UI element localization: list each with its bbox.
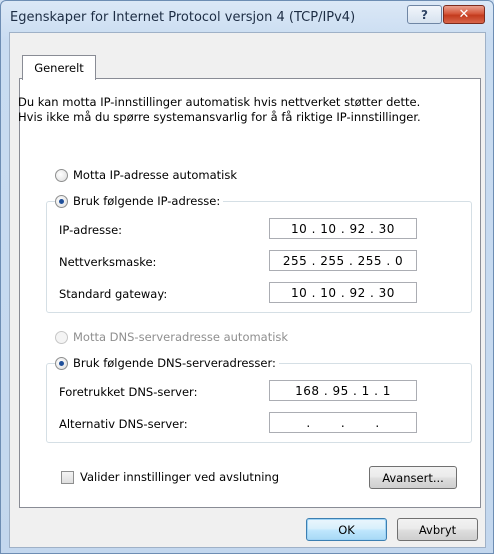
intro-line-1: Du kan motta IP-innstillinger automatisk… (18, 95, 421, 109)
cancel-button[interactable]: Avbryt (397, 518, 478, 541)
subnet-mask-label: Nettverksmaske: (59, 255, 157, 269)
preferred-dns-input[interactable]: 168 . 95 . 1 . 1 (269, 380, 417, 401)
dialog-window: Egenskaper for Internet Protocol versjon… (0, 0, 494, 554)
ok-button[interactable]: OK (306, 518, 387, 541)
radio-dns-manual-label: Bruk følgende DNS-serveradresser: (73, 356, 276, 370)
default-gateway-label: Standard gateway: (59, 287, 168, 301)
window-title: Egenskaper for Internet Protocol versjon… (10, 10, 356, 25)
close-icon: ✕ (458, 7, 470, 22)
advanced-button[interactable]: Avansert... (369, 466, 457, 489)
radio-dns-auto[interactable]: Motta DNS-serveradresse automatisk (55, 330, 288, 344)
radio-ip-auto-label: Motta IP-adresse automatisk (73, 168, 237, 182)
validate-checkbox-label: Valider innstillinger ved avslutning (80, 470, 280, 484)
intro-line-2: Hvis ikke må du spørre systemansvarlig f… (18, 110, 421, 124)
close-button[interactable]: ✕ (443, 5, 485, 24)
radio-dns-manual[interactable]: Bruk følgende DNS-serveradresser: (55, 356, 279, 370)
radio-dns-auto-label: Motta DNS-serveradresse automatisk (73, 330, 289, 344)
tab-generelt[interactable]: Generelt (22, 55, 96, 80)
validate-checkbox[interactable]: Valider innstillinger ved avslutning (61, 470, 279, 484)
default-gateway-input[interactable]: 10 . 10 . 92 . 30 (269, 282, 417, 303)
alternate-dns-label: Alternativ DNS-server: (59, 417, 188, 431)
radio-button-selected-icon (55, 194, 68, 208)
radio-button-selected-icon (55, 356, 68, 370)
preferred-dns-label: Foretrukket DNS-server: (59, 385, 198, 399)
checkbox-icon (61, 470, 74, 484)
alternate-dns-input[interactable]: . . . (269, 412, 417, 433)
radio-ip-manual-label: Bruk følgende IP-adresse: (73, 194, 221, 208)
subnet-mask-input[interactable]: 255 . 255 . 255 . 0 (269, 250, 417, 271)
radio-ip-auto[interactable]: Motta IP-adresse automatisk (55, 168, 237, 182)
help-button[interactable]: ? (407, 5, 442, 24)
question-icon: ? (421, 7, 428, 22)
radio-ip-manual[interactable]: Bruk følgende IP-adresse: (55, 194, 224, 208)
ip-address-input[interactable]: 10 . 10 . 92 . 30 (269, 218, 417, 239)
ip-address-label: IP-adresse: (59, 223, 123, 237)
tab-label: Generelt (34, 61, 84, 75)
title-bar[interactable]: Egenskaper for Internet Protocol versjon… (1, 1, 493, 33)
radio-button-icon (55, 168, 68, 182)
radio-button-disabled-icon (55, 330, 68, 344)
intro-text: Du kan motta IP-innstillinger automatisk… (18, 95, 468, 125)
